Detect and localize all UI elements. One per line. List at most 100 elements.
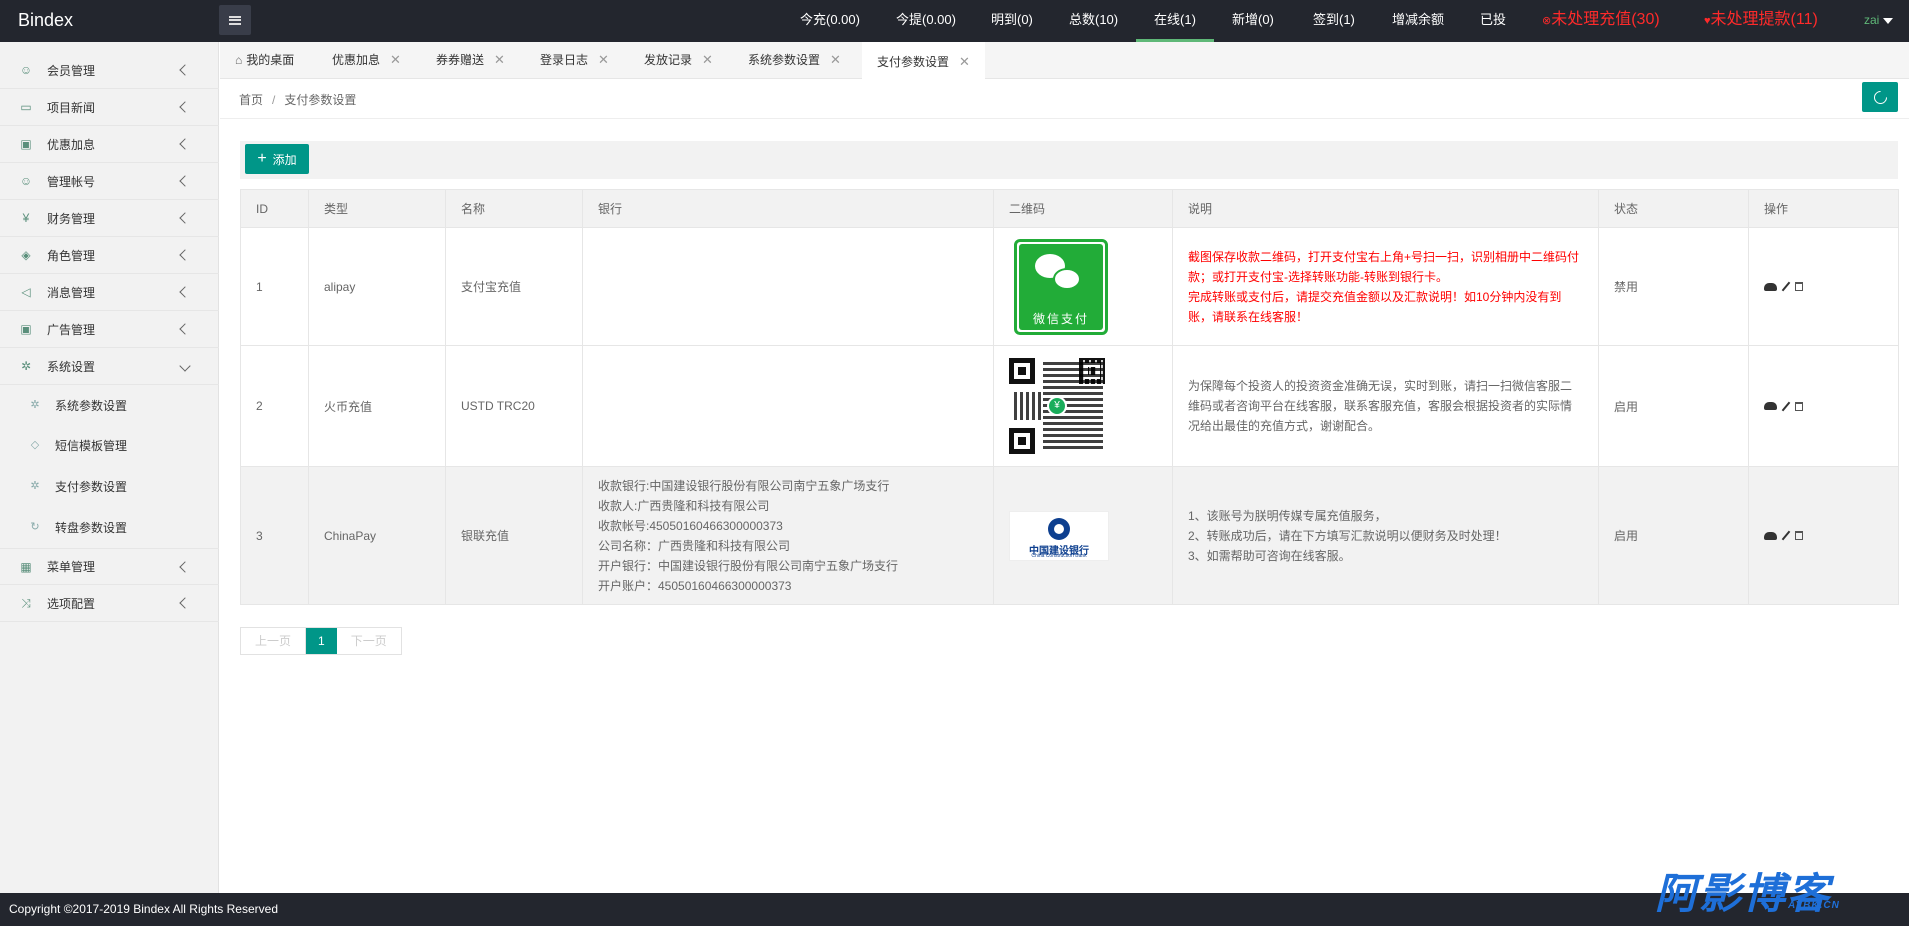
pagination: 上一页 1 下一页 [240, 627, 402, 655]
refresh-icon: ↻ [30, 521, 40, 533]
sidebar-item-options[interactable]: ⤨ 选项配置 [0, 585, 219, 622]
prev-page-button[interactable]: 上一页 [241, 628, 307, 654]
footer: Copyright ©2017-2019 Bindex All Rights R… [0, 893, 1909, 926]
alert-icon: ⊗ [1542, 15, 1552, 27]
close-icon[interactable]: ✕ [830, 52, 841, 67]
page-1-button[interactable]: 1 [306, 628, 337, 654]
tab-system-params[interactable]: 系统参数设置 ✕ [748, 42, 841, 79]
sound-icon: ◁ [21, 285, 31, 299]
menu-toggle-button[interactable] [219, 5, 251, 35]
plus-icon: + [257, 150, 267, 167]
add-button[interactable]: + 添加 [245, 144, 309, 174]
tab-desktop[interactable]: ⌂ 我的桌面 [235, 42, 294, 79]
chevron-left-icon [179, 597, 191, 609]
gear-icon: ✲ [30, 399, 40, 411]
sidebar-item-members[interactable]: ☺ 会员管理 [0, 52, 219, 89]
cell-type: ChinaPay [308, 466, 446, 605]
yen-icon: ¥ [1047, 396, 1067, 416]
cell-desc: 为保障每个投资人的投资资金准确无误，实时到账，请扫一扫微信客服二维码或者咨询平台… [1172, 345, 1599, 467]
qr-code: ¥ [1009, 358, 1105, 454]
upload-icon[interactable] [1764, 402, 1777, 410]
app-logo[interactable]: Bindex [18, 0, 73, 42]
edit-icon[interactable] [1781, 401, 1791, 411]
admin-icon: ☺ [19, 174, 33, 188]
sidebar-subitem-wheel-params[interactable]: ↻ 转盘参数设置 [0, 507, 219, 547]
cell-bank [582, 227, 994, 346]
sidebar-item-label: 管理帐号 [47, 174, 96, 189]
nav-total[interactable]: 总数(10) [1069, 0, 1118, 42]
delete-icon[interactable] [1795, 531, 1803, 540]
nav-invested[interactable]: 已投 [1480, 0, 1506, 42]
sidebar-subitem-sms-templates[interactable]: ◇ 短信模板管理 [0, 425, 219, 465]
col-status: 状态 [1598, 189, 1749, 228]
sidebar-item-label: 消息管理 [47, 285, 96, 300]
cell-status: 启用 [1598, 345, 1749, 467]
tab-issue-records[interactable]: 发放记录 ✕ [644, 42, 713, 79]
nav-today-withdraw[interactable]: 今提(0.00) [896, 0, 956, 42]
alert-pending-recharge[interactable]: ⊗未处理充值(30) [1542, 0, 1660, 42]
nav-online[interactable]: 在线(1) [1136, 0, 1214, 42]
close-icon[interactable]: ✕ [598, 52, 609, 67]
sidebar-item-roles[interactable]: ◈ 角色管理 [0, 237, 219, 274]
cell-desc: 截图保存收款二维码，打开支付宝右上角+号扫一扫，识别相册中二维码付款；或打开支付… [1172, 227, 1599, 346]
sidebar-item-ads[interactable]: ▣ 广告管理 [0, 311, 219, 348]
sidebar-item-promo[interactable]: ▣ 优惠加息 [0, 126, 219, 163]
user-icon: ☺ [19, 63, 33, 77]
chevron-down-icon [179, 360, 191, 372]
col-type: 类型 [308, 189, 446, 228]
edit-icon[interactable] [1781, 530, 1791, 541]
tab-promo[interactable]: 优惠加息 ✕ [332, 42, 401, 79]
nav-signin[interactable]: 签到(1) [1313, 0, 1355, 42]
wechat-pay-qr: 微信支付 [1014, 238, 1108, 335]
sidebar-item-news[interactable]: ▭ 项目新闻 [0, 89, 219, 126]
cell-qr: 中国建设银行 China Construction Bank [993, 466, 1173, 605]
delete-icon[interactable] [1795, 282, 1803, 291]
breadcrumb-home[interactable]: 首页 [239, 93, 263, 107]
tab-login-log[interactable]: 登录日志 ✕ [540, 42, 609, 79]
tab-coupon[interactable]: 券券赠送 ✕ [436, 42, 505, 79]
upload-icon[interactable] [1764, 531, 1777, 540]
close-icon[interactable]: ✕ [702, 52, 713, 67]
sidebar-item-menus[interactable]: ▦ 菜单管理 [0, 548, 219, 585]
sidebar-item-label: 广告管理 [47, 322, 96, 337]
user-menu[interactable]: zai [1864, 0, 1894, 42]
col-id: ID [240, 189, 309, 228]
nav-today-recharge[interactable]: 今充(0.00) [800, 0, 860, 42]
chevron-left-icon [179, 64, 191, 76]
cell-status: 禁用 [1598, 227, 1749, 346]
nav-new[interactable]: 新增(0) [1232, 0, 1274, 42]
cell-id: 2 [240, 345, 309, 467]
ccb-logo: 中国建设银行 China Construction Bank [1009, 510, 1109, 561]
nav-tomorrow[interactable]: 明到(0) [991, 0, 1033, 42]
refresh-button[interactable] [1862, 82, 1898, 112]
alert-pending-withdraw[interactable]: ♥未处理提款(11) [1704, 0, 1818, 42]
refresh-icon [1870, 87, 1890, 107]
sidebar-item-label: 优惠加息 [47, 137, 96, 152]
sidebar-item-label: 系统参数设置 [55, 398, 128, 413]
key-icon: ✲ [30, 480, 40, 492]
sidebar-subitem-payment-params[interactable]: ✲ 支付参数设置 [0, 466, 219, 506]
cell-id: 1 [240, 227, 309, 346]
cell-actions [1748, 466, 1899, 605]
cell-name: 支付宝充值 [445, 227, 583, 346]
col-desc: 说明 [1172, 189, 1599, 228]
nav-adjust-balance[interactable]: 增减余额 [1392, 0, 1444, 42]
sidebar-item-settings[interactable]: ✲ 系统设置 [0, 348, 219, 385]
close-icon[interactable]: ✕ [390, 52, 401, 67]
yen-icon: ¥ [22, 211, 30, 225]
sidebar-item-finance[interactable]: ¥ 财务管理 [0, 200, 219, 237]
upload-icon[interactable] [1764, 282, 1777, 291]
shield-icon: ◈ [21, 248, 31, 262]
close-icon[interactable]: ✕ [959, 54, 970, 69]
col-bank: 银行 [582, 189, 994, 228]
tab-payment-params[interactable]: 支付参数设置 ✕ [862, 42, 985, 80]
close-icon[interactable]: ✕ [494, 52, 505, 67]
sidebar-item-admins[interactable]: ☺ 管理帐号 [0, 163, 219, 200]
sidebar-item-messages[interactable]: ◁ 消息管理 [0, 274, 219, 311]
cell-id: 3 [240, 466, 309, 605]
next-page-button[interactable]: 下一页 [337, 628, 401, 654]
edit-icon[interactable] [1781, 281, 1791, 292]
watermark-sub: AYBK.CN [1788, 900, 1840, 911]
sidebar-subitem-system-params[interactable]: ✲ 系统参数设置 [0, 385, 219, 425]
delete-icon[interactable] [1795, 401, 1803, 411]
